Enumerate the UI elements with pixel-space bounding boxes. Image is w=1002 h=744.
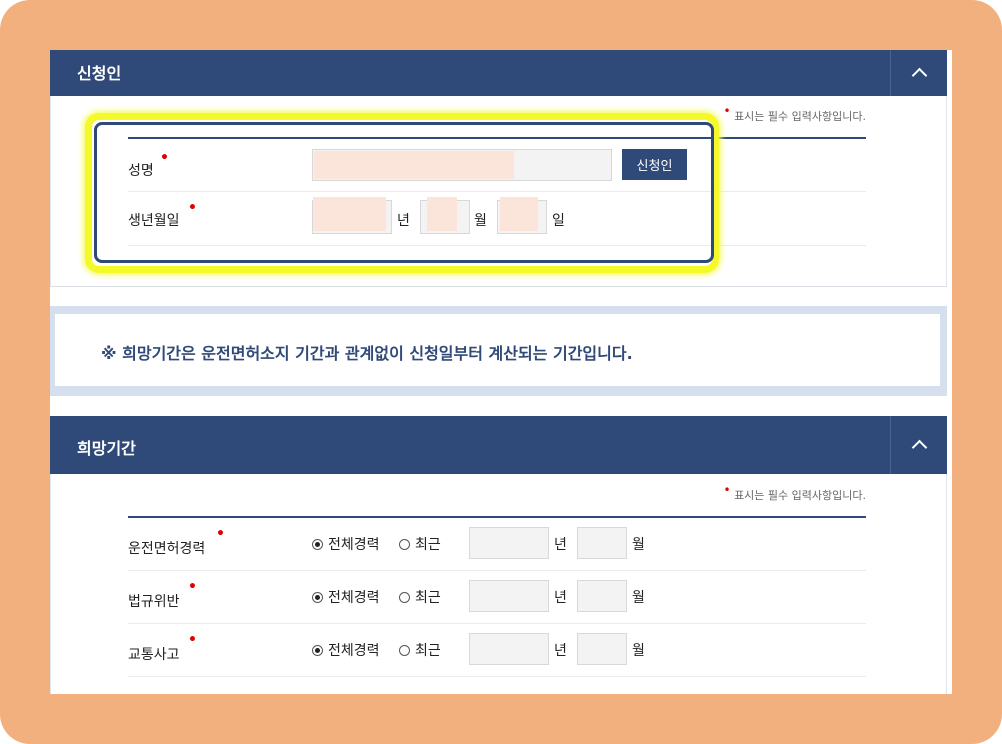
section-border-right [946, 474, 947, 694]
notice-box: ※ 희망기간은 운전면허소지 기간과 관계없이 신청일부터 계산되는 기간입니다… [50, 306, 947, 396]
period-row-label: 법규위반 • [128, 579, 197, 610]
radio-checked-icon [312, 644, 323, 656]
radio-checked-icon [312, 538, 323, 550]
recent-months-input[interactable] [577, 527, 627, 559]
chevron-up-icon [911, 67, 927, 84]
section-bottom-border [50, 286, 947, 287]
recent-months-input[interactable] [577, 580, 627, 612]
section-border-left [50, 474, 51, 694]
period-section-title: 희망기간 [77, 439, 136, 458]
form-container: 신청인 • 표시는 필수 입력사항입니다. 성명 • 신청인 생년월일 • 년 … [50, 50, 952, 694]
period-row-label: 운전면허경력 • [128, 526, 225, 557]
required-dot-icon: • [216, 526, 225, 542]
period-table-top-line [128, 516, 866, 518]
period-section-header: 희망기간 [50, 416, 947, 474]
radio-all-career[interactable]: 전체경력 [312, 587, 380, 607]
month-unit-label: 월 [632, 590, 645, 606]
radio-recent[interactable]: 최근 [399, 640, 441, 660]
row-divider [128, 623, 866, 624]
recent-years-input[interactable] [469, 580, 549, 612]
row-divider [128, 570, 866, 571]
radio-recent[interactable]: 최근 [399, 534, 441, 554]
year-unit-label: 년 [554, 537, 567, 553]
collapse-applicant-button[interactable] [890, 50, 947, 96]
radio-unchecked-icon [399, 644, 410, 656]
recent-years-input[interactable] [469, 633, 549, 665]
radio-unchecked-icon [399, 591, 410, 603]
section-border-left [50, 96, 51, 286]
notice-inner: ※ 희망기간은 운전면허소지 기간과 관계없이 신청일부터 계산되는 기간입니다… [55, 314, 940, 386]
year-unit-label: 년 [554, 590, 567, 606]
notice-text: ※ 희망기간은 운전면허소지 기간과 관계없이 신청일부터 계산되는 기간입니다… [101, 344, 633, 363]
recent-years-input[interactable] [469, 527, 549, 559]
radio-recent[interactable]: 최근 [399, 587, 441, 607]
month-unit-label: 월 [632, 537, 645, 553]
applicant-section-title: 신청인 [77, 64, 122, 83]
radio-unchecked-icon [399, 538, 410, 550]
required-note: • 표시는 필수 입력사항입니다. [723, 483, 866, 502]
required-dot-icon: • [723, 483, 731, 497]
highlight-inner-outline [94, 122, 714, 263]
collapse-period-button[interactable] [890, 416, 947, 474]
year-unit-label: 년 [554, 643, 567, 659]
radio-checked-icon [312, 591, 323, 603]
radio-all-career[interactable]: 전체경력 [312, 534, 380, 554]
period-row-label: 교통사고 • [128, 632, 197, 663]
recent-months-input[interactable] [577, 633, 627, 665]
month-unit-label: 월 [632, 643, 645, 659]
section-border-right [946, 96, 947, 286]
required-dot-icon: • [188, 579, 197, 595]
radio-all-career[interactable]: 전체경력 [312, 640, 380, 660]
row-divider [128, 676, 866, 677]
required-dot-icon: • [188, 632, 197, 648]
required-dot-icon: • [723, 104, 731, 118]
chevron-up-icon [911, 439, 927, 456]
required-note: • 표시는 필수 입력사항입니다. [723, 104, 866, 123]
applicant-section-header: 신청인 [50, 50, 947, 96]
